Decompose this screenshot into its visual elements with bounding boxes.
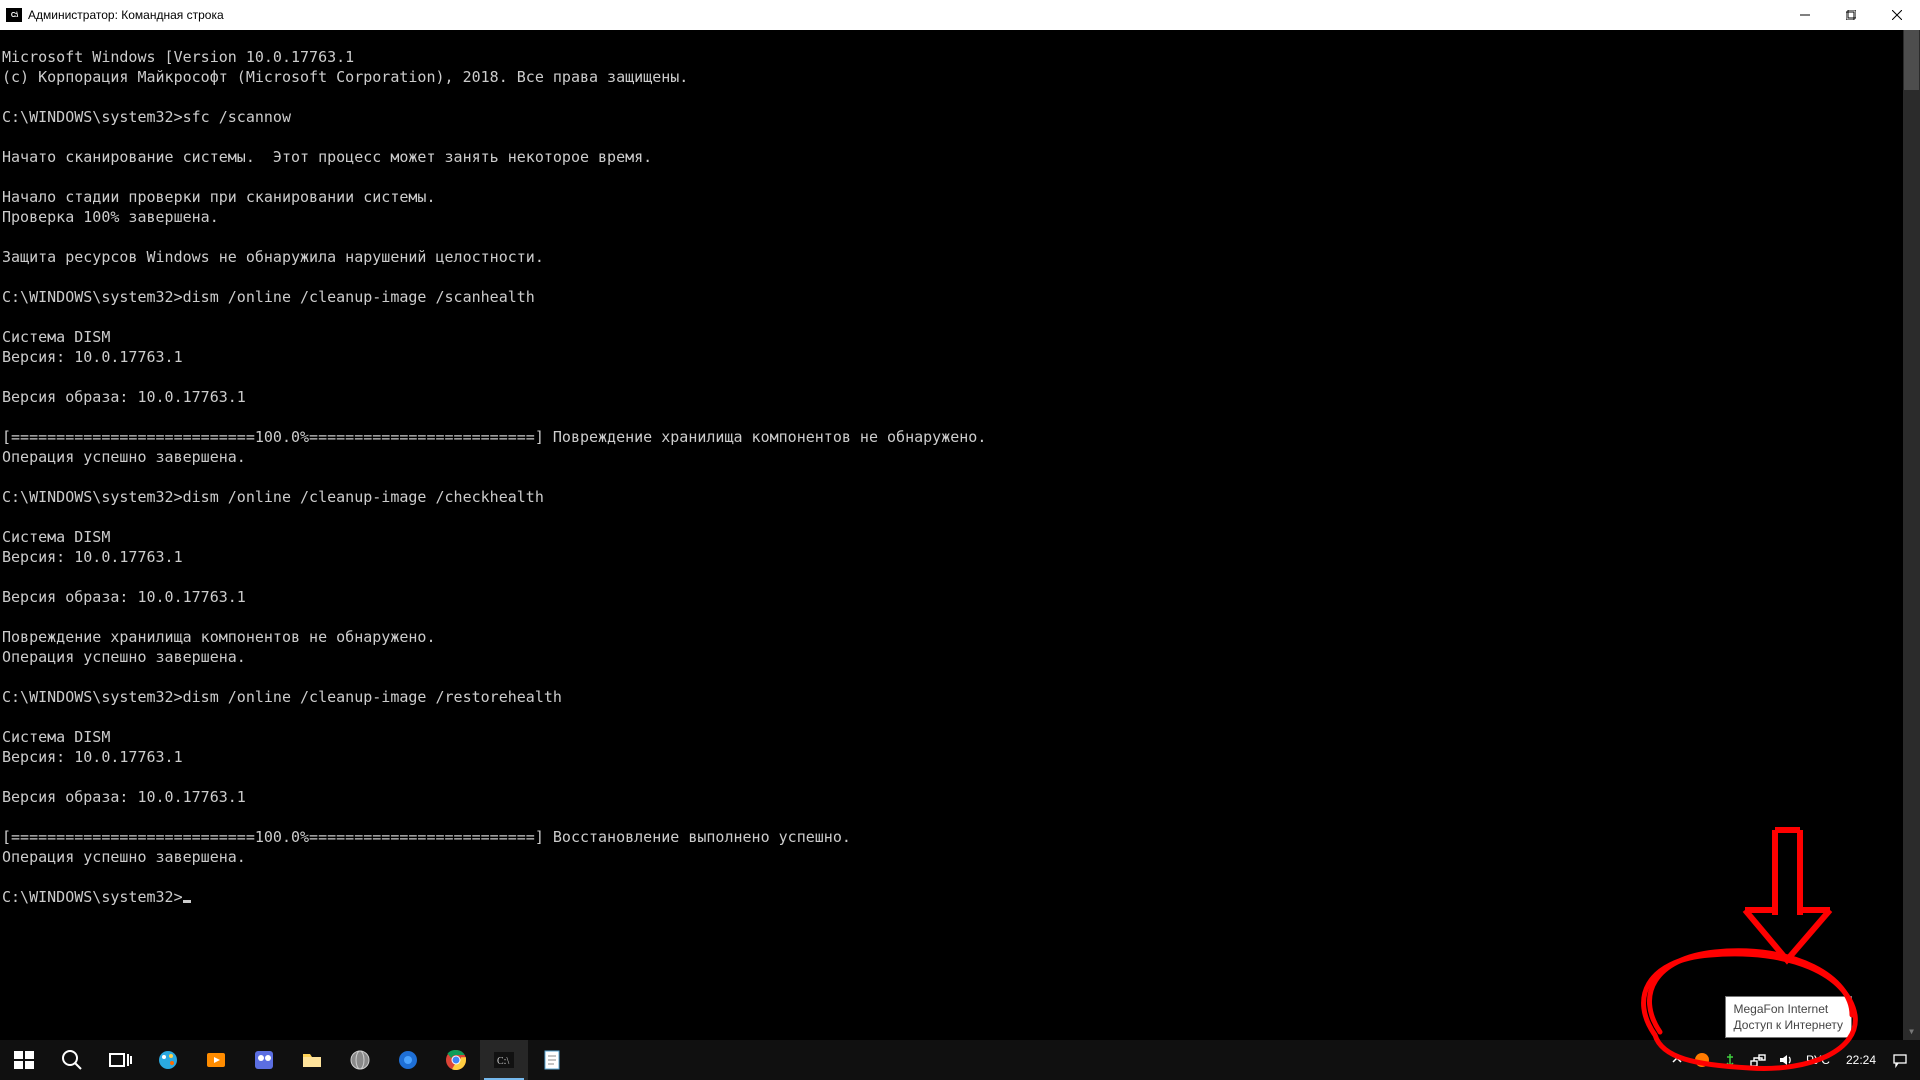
tooltip-line1: MegaFon Internet: [1734, 1001, 1843, 1017]
chrome-icon: [444, 1048, 468, 1072]
start-button[interactable]: [0, 1040, 48, 1080]
taskbar-app-5[interactable]: [336, 1040, 384, 1080]
taskbar-app-3[interactable]: [240, 1040, 288, 1080]
title-bar[interactable]: C:\ Администратор: Командная строка: [0, 0, 1920, 30]
tray-language[interactable]: РУС: [1800, 1040, 1836, 1080]
taskbar-app-2[interactable]: [192, 1040, 240, 1080]
command-prompt-window: C:\ Администратор: Командная строка Micr…: [0, 0, 1920, 1040]
system-tray: РУС 22:24: [1666, 1040, 1920, 1080]
taskbar-app-4[interactable]: [288, 1040, 336, 1080]
task-view-button[interactable]: [96, 1040, 144, 1080]
taskbar-cmd[interactable]: C:\: [480, 1040, 528, 1080]
taskbar: C:\ РУС 22:24: [0, 1040, 1920, 1080]
search-icon: [60, 1048, 84, 1072]
scroll-down-arrow[interactable]: ▼: [1903, 1023, 1920, 1040]
people-icon: [252, 1048, 276, 1072]
minimize-button[interactable]: [1782, 0, 1828, 30]
windows-icon: [12, 1048, 36, 1072]
tooltip-line2: Доступ к Интернету: [1734, 1017, 1843, 1033]
taskbar-chrome[interactable]: [432, 1040, 480, 1080]
taskbar-app-1[interactable]: [144, 1040, 192, 1080]
tray-usb-icon[interactable]: [1716, 1040, 1744, 1080]
explorer-icon: [300, 1048, 324, 1072]
scroll-thumb[interactable]: [1904, 30, 1919, 90]
cmd-taskbar-icon: C:\: [492, 1048, 516, 1072]
app-circle-icon: [396, 1048, 420, 1072]
close-button[interactable]: [1874, 0, 1920, 30]
taskbar-app-6[interactable]: [384, 1040, 432, 1080]
tray-volume-icon[interactable]: [1772, 1040, 1800, 1080]
task-view-icon: [108, 1048, 132, 1072]
console-area[interactable]: Microsoft Windows [Version 10.0.17763.1 …: [0, 30, 1920, 1040]
search-button[interactable]: [48, 1040, 96, 1080]
cmd-icon: C:\: [6, 8, 22, 22]
paint-icon: [156, 1048, 180, 1072]
taskbar-notepad[interactable]: [528, 1040, 576, 1080]
svg-text:C:\: C:\: [497, 1056, 509, 1067]
globe-icon: [348, 1048, 372, 1072]
tray-overflow-button[interactable]: [1666, 1040, 1688, 1080]
vertical-scrollbar[interactable]: ▲ ▼: [1903, 30, 1920, 1040]
window-title: Администратор: Командная строка: [28, 8, 224, 22]
video-icon: [204, 1048, 228, 1072]
notepad-icon: [540, 1048, 564, 1072]
console-output: Microsoft Windows [Version 10.0.17763.1 …: [2, 47, 1902, 907]
tray-clock[interactable]: 22:24: [1836, 1040, 1886, 1080]
network-tooltip: MegaFon Internet Доступ к Интернету: [1725, 996, 1852, 1038]
tray-network-icon[interactable]: [1744, 1040, 1772, 1080]
tray-antivirus-icon[interactable]: [1688, 1040, 1716, 1080]
show-desktop-button[interactable]: [1914, 1040, 1920, 1080]
maximize-button[interactable]: [1828, 0, 1874, 30]
action-center-button[interactable]: [1886, 1040, 1914, 1080]
